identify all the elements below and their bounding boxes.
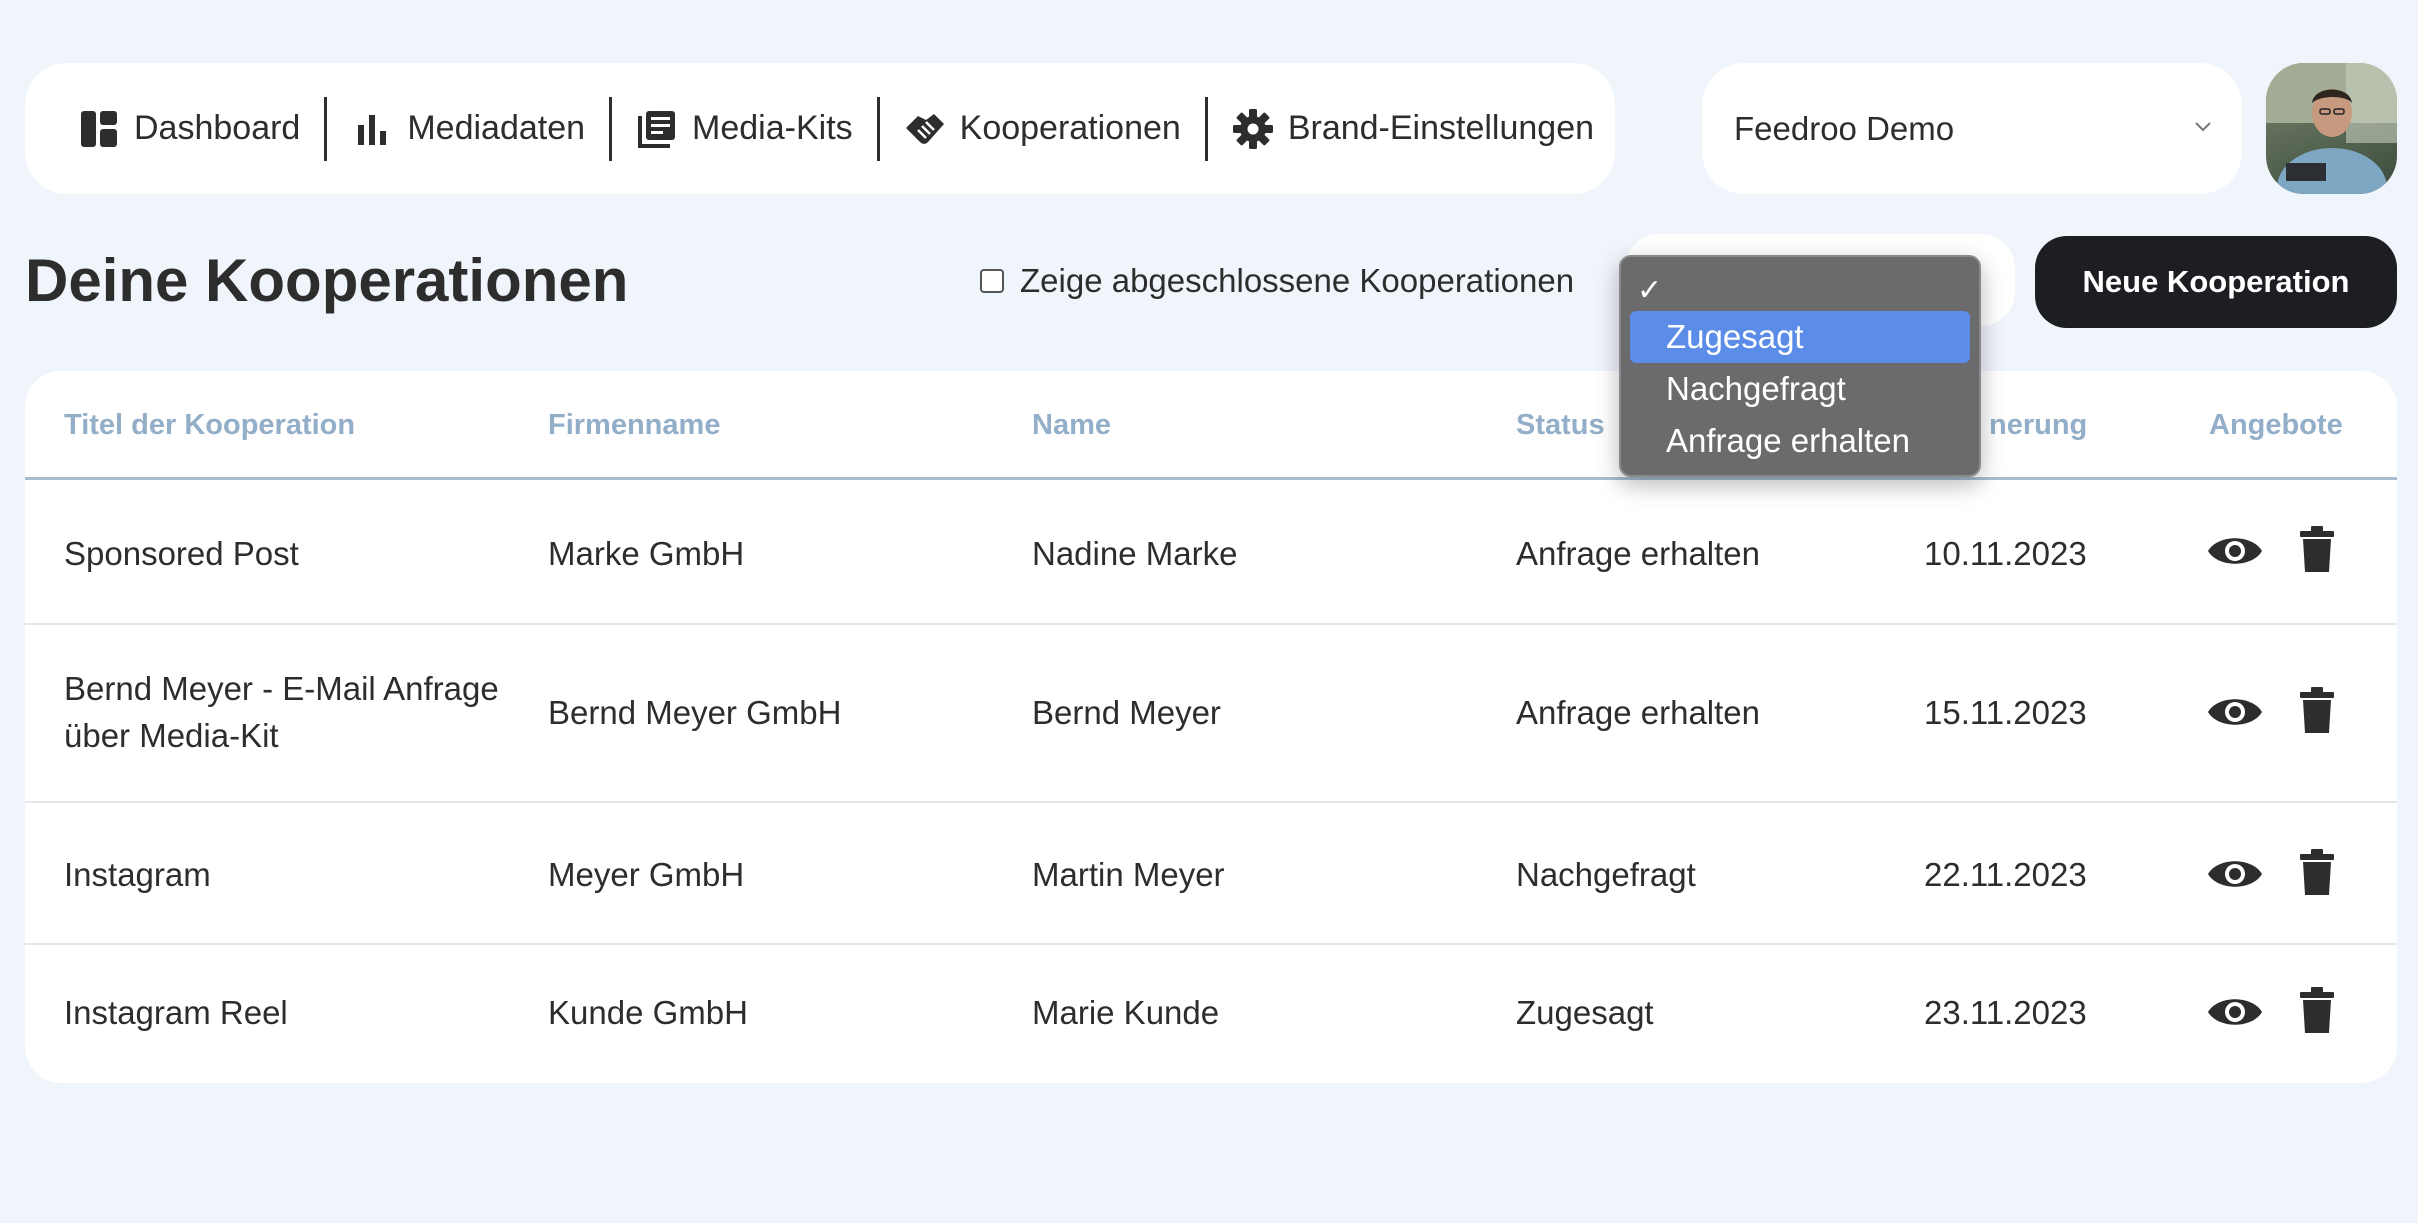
view-offer-button[interactable]	[2206, 853, 2264, 895]
eye-icon	[2208, 538, 2262, 564]
eye-icon	[2208, 999, 2262, 1025]
eye-icon	[2208, 861, 2262, 887]
chevron-down-icon	[2194, 120, 2212, 138]
cell-name: Nadine Marke	[1032, 535, 1238, 572]
column-header-offers: Angebote	[2209, 409, 2343, 441]
table-row[interactable]: Instagram Reel Kunde GmbH Marie Kunde Zu…	[25, 945, 2397, 1083]
trash-icon	[2300, 687, 2334, 733]
table-row[interactable]: Instagram Meyer GmbH Martin Meyer Nachge…	[25, 803, 2397, 945]
nav-item-kooperationen[interactable]: Kooperationen	[904, 63, 1181, 194]
cell-name: Martin Meyer	[1032, 856, 1225, 893]
cell-company: Marke GmbH	[548, 535, 745, 572]
table-row[interactable]: Sponsored Post Marke GmbH Nadine Marke A…	[25, 482, 2397, 625]
nav-item-media-kits[interactable]: Media-Kits	[636, 63, 853, 194]
trash-icon	[2300, 987, 2334, 1033]
status-option-nachgefragt[interactable]: Nachgefragt	[1630, 363, 1970, 415]
dashboard-icon	[78, 108, 120, 150]
avatar[interactable]	[2266, 63, 2397, 194]
column-header-status[interactable]: Status	[1516, 409, 1605, 442]
view-offer-button[interactable]	[2206, 991, 2264, 1033]
page: Dashboard Mediadaten Media-Kits Kooperat…	[0, 0, 2418, 1223]
view-offer-button[interactable]	[2206, 530, 2264, 572]
handshake-icon	[904, 108, 946, 150]
delete-button[interactable]	[2299, 526, 2335, 574]
cell-date: 15.11.2023	[1924, 694, 2087, 731]
cell-title: Instagram	[64, 856, 211, 893]
nav-label-media-kits: Media-Kits	[692, 109, 853, 147]
table-row[interactable]: Bernd Meyer - E-Mail Anfrage über Media-…	[25, 625, 2397, 803]
selected-check-icon: ✓	[1637, 274, 1663, 307]
cell-status: Nachgefragt	[1516, 856, 1696, 893]
cell-status: Zugesagt	[1516, 994, 1654, 1031]
cell-title: Instagram Reel	[64, 994, 288, 1031]
column-header-reminder[interactable]: nerung	[1989, 409, 2087, 442]
nav-item-brand-einstellungen[interactable]: Brand-Einstellungen	[1232, 63, 1594, 194]
cell-status: Anfrage erhalten	[1516, 535, 1761, 572]
cell-name: Marie Kunde	[1032, 994, 1220, 1031]
table-header: Titel der Kooperation Firmenname Name St…	[25, 371, 2397, 480]
cell-company: Bernd Meyer GmbH	[548, 694, 842, 731]
cell-title: Sponsored Post	[64, 535, 299, 572]
brand-select[interactable]: Feedroo Demo	[1702, 63, 2242, 194]
delete-button[interactable]	[2299, 687, 2335, 735]
status-dropdown-menu: ✓ Zugesagt Nachgefragt Anfrage erhalten	[1619, 255, 1981, 477]
cooperations-table: Titel der Kooperation Firmenname Name St…	[25, 371, 2397, 1083]
nav-label-kooperationen: Kooperationen	[959, 109, 1181, 147]
eye-icon	[2208, 699, 2262, 725]
column-header-name[interactable]: Name	[1032, 409, 1111, 442]
nav-label-mediadaten: Mediadaten	[407, 109, 586, 147]
gear-icon	[1232, 108, 1274, 150]
nav-divider	[1204, 96, 1208, 161]
show-closed-toggle[interactable]: Zeige abgeschlossene Kooperationen	[980, 262, 1574, 300]
show-closed-label: Zeige abgeschlossene Kooperationen	[1020, 262, 1575, 299]
cell-company: Kunde GmbH	[548, 994, 748, 1031]
brand-select-value: Feedroo Demo	[1734, 109, 1955, 147]
view-offer-button[interactable]	[2206, 691, 2264, 733]
delete-button[interactable]	[2299, 987, 2335, 1035]
cell-company: Meyer GmbH	[548, 856, 745, 893]
new-cooperation-button[interactable]: Neue Kooperation	[2035, 236, 2397, 328]
trash-icon	[2300, 526, 2334, 572]
nav-divider	[876, 96, 880, 161]
cell-title: Bernd Meyer - E-Mail Anfrage über Media-…	[64, 670, 499, 754]
status-option-zugesagt[interactable]: Zugesagt	[1630, 311, 1970, 363]
cell-date: 10.11.2023	[1924, 535, 2087, 572]
main-nav: Dashboard Mediadaten Media-Kits Kooperat…	[25, 63, 1615, 194]
media-kit-icon	[636, 108, 678, 150]
cell-name: Bernd Meyer	[1032, 694, 1221, 731]
nav-label-brand-einstellungen: Brand-Einstellungen	[1287, 109, 1595, 147]
nav-item-mediadaten[interactable]: Mediadaten	[351, 63, 585, 194]
page-title: Deine Kooperationen	[25, 247, 629, 314]
delete-button[interactable]	[2299, 849, 2335, 897]
column-header-company[interactable]: Firmenname	[548, 409, 720, 442]
column-header-title[interactable]: Titel der Kooperation	[64, 409, 355, 442]
nav-label-dashboard: Dashboard	[134, 109, 301, 147]
status-option-anfrage-erhalten[interactable]: Anfrage erhalten	[1630, 415, 1970, 467]
cell-status: Anfrage erhalten	[1516, 694, 1761, 731]
nav-divider	[324, 96, 328, 161]
cell-date: 22.11.2023	[1924, 856, 2087, 893]
trash-icon	[2300, 849, 2334, 895]
bar-chart-icon	[351, 108, 393, 150]
cell-date: 23.11.2023	[1924, 994, 2087, 1031]
nav-item-dashboard[interactable]: Dashboard	[78, 63, 300, 194]
nav-divider	[609, 96, 613, 161]
show-closed-checkbox[interactable]	[980, 269, 1004, 293]
